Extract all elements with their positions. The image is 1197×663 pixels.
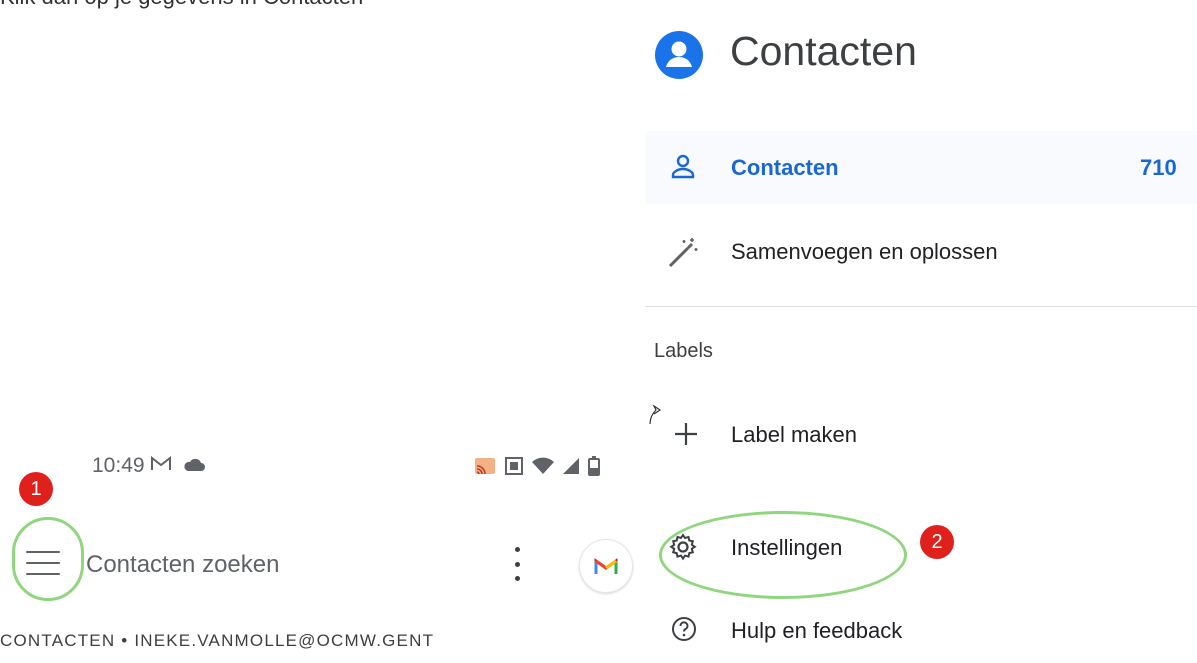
gmail-logo-icon [594, 558, 618, 574]
status-time: 10:49 [92, 454, 145, 477]
status-icons-right [474, 456, 600, 481]
mouse-cursor-icon [648, 404, 662, 431]
app-title: Contacten [730, 28, 917, 74]
step-badge-1: 1 [19, 472, 53, 506]
battery-icon [588, 456, 600, 481]
account-avatar[interactable] [579, 539, 633, 593]
magic-wand-icon[interactable] [666, 236, 700, 275]
nav-item-settings[interactable]: Instellingen [731, 535, 842, 561]
more-vert-icon[interactable] [507, 547, 527, 581]
account-line: CONTACTEN • INEKE.VANMOLLE@OCMW.GENT [0, 631, 435, 650]
nav-contacts-label: Contacten [731, 155, 839, 180]
drawer-divider [645, 306, 1197, 307]
cast-icon [474, 457, 496, 480]
plus-icon[interactable] [673, 421, 699, 452]
nav-item-contacts[interactable] [645, 131, 1197, 204]
labels-heading: Labels [654, 340, 713, 362]
person-outline-icon [669, 152, 697, 185]
nav-item-create-label[interactable]: Label maken [731, 422, 857, 448]
search-input[interactable]: Contacten zoeken [86, 551, 279, 579]
nav-item-merge[interactable]: Samenvoegen en oplossen [731, 239, 998, 265]
sim-icon [504, 456, 524, 481]
help-circle-icon[interactable] [671, 616, 697, 647]
contacts-count: 710 [1140, 155, 1177, 180]
caption-text: Klik dan op je gegevens in Contacten [0, 0, 363, 10]
signal-icon [562, 457, 580, 480]
menu-icon[interactable] [26, 551, 60, 575]
wifi-icon [532, 457, 554, 480]
step-badge-2: 2 [920, 525, 954, 559]
status-icons-left [150, 455, 206, 477]
cloud-icon [182, 456, 206, 477]
contacts-logo-icon [655, 31, 703, 79]
gear-icon[interactable] [669, 533, 697, 566]
gmail-status-icon [150, 455, 172, 477]
nav-item-help[interactable]: Hulp en feedback [731, 618, 902, 644]
